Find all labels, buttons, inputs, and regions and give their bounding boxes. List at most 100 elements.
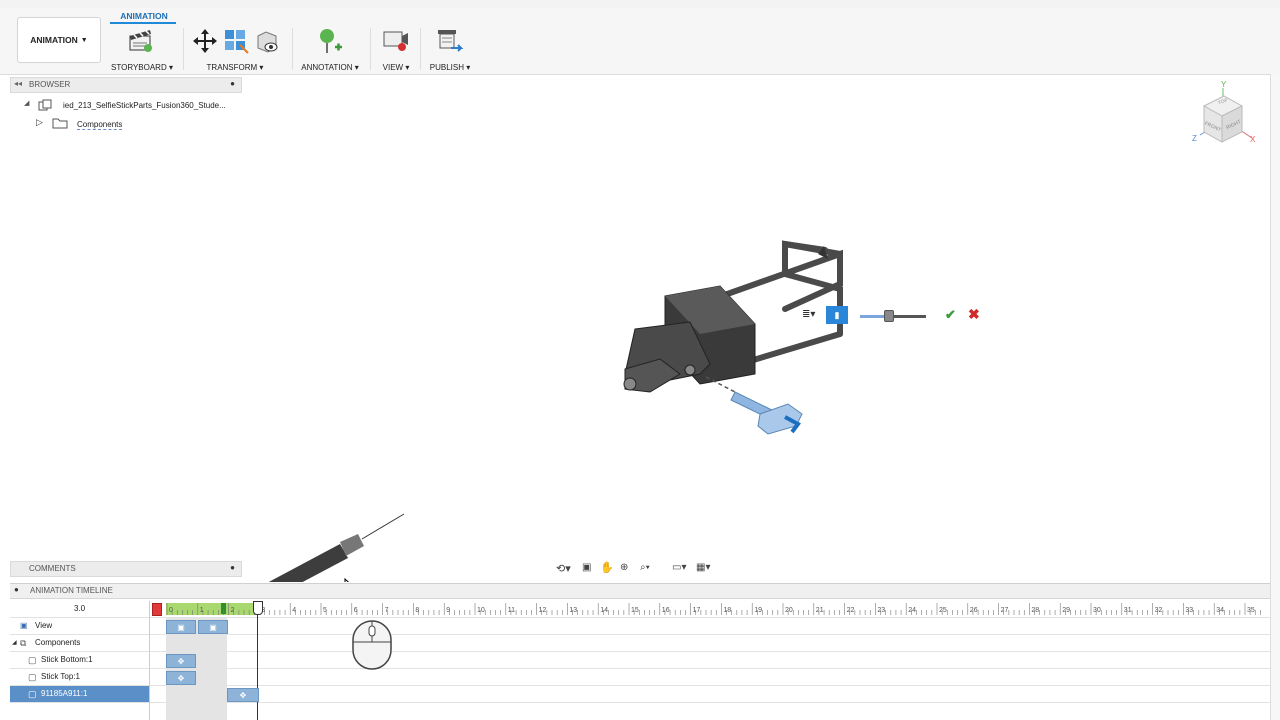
- pin-icon[interactable]: ●: [230, 79, 235, 88]
- move-keyframe[interactable]: ✥: [166, 671, 196, 685]
- opacity-slider-popup[interactable]: ≣▾ ▮ ✔ ✖: [798, 306, 988, 326]
- publish-label: PUBLISH ▾: [429, 63, 471, 72]
- selected-screw: [730, 391, 803, 435]
- storyboard-group[interactable]: STORYBOARD ▾: [108, 26, 176, 74]
- row-divider: [150, 634, 1270, 635]
- annotation-group[interactable]: ANNOTATION ▾: [299, 26, 361, 74]
- ruler-tick-label: 33: [1185, 607, 1193, 614]
- zoom-icon[interactable]: ⊕: [620, 562, 628, 573]
- clamp-body: [623, 285, 756, 393]
- browser-panel-header[interactable]: ◂◂ BROWSER ●: [10, 77, 242, 93]
- view-group[interactable]: VIEW ▾: [376, 26, 416, 74]
- browser-root-node[interactable]: ◢ ied_213_SelfieStickParts_Fusion360_Stu…: [24, 99, 240, 113]
- orbit-icon[interactable]: ⟲▾: [556, 562, 571, 575]
- move-keyframe[interactable]: ✥: [166, 654, 196, 668]
- ruler-tick-label: 35: [1247, 607, 1255, 614]
- ruler-tick-label: 13: [569, 607, 577, 614]
- workspace-label: ANIMATION: [30, 35, 78, 45]
- navigation-bar: ⟲▾ ▣ ✋ ⊕ ⌕▾ ▭▾ ▦▾: [554, 561, 722, 577]
- timeline-row-label: Stick Bottom:1: [41, 655, 93, 664]
- row-divider: [150, 685, 1270, 686]
- transform-group[interactable]: TRANSFORM ▾: [190, 26, 280, 74]
- view-keyframe[interactable]: ▣: [166, 620, 196, 634]
- check-icon[interactable]: ✔: [945, 307, 956, 323]
- display-settings-icon[interactable]: ▭▾: [672, 562, 686, 573]
- publish-group[interactable]: PUBLISH ▾: [426, 26, 474, 74]
- workspace-switcher-button[interactable]: ANIMATION ▼: [17, 17, 101, 63]
- timeline-row-label: View: [35, 621, 53, 630]
- component-icon: ▢: [28, 689, 37, 699]
- view-keyframe[interactable]: ▣: [198, 620, 228, 634]
- pan-hand-icon[interactable]: ✋: [600, 561, 614, 574]
- collapse-panel-icon[interactable]: ◂◂: [14, 79, 22, 88]
- collapse-triangle-icon[interactable]: ◢: [12, 635, 17, 651]
- ruler-tick-label: 21: [816, 607, 824, 614]
- storyboard-clapper-icon: [129, 30, 152, 52]
- ruler-tick-label: 0: [169, 607, 173, 614]
- ruler-tick-label: 11: [508, 607, 515, 614]
- timeline-header[interactable]: ● ANIMATION TIMELINE: [10, 583, 1270, 599]
- storyboard-label: STORYBOARD ▾: [111, 63, 173, 72]
- ruler-tick-label: 1: [200, 607, 204, 614]
- camera-icon: ▣: [20, 621, 28, 630]
- ruler-tick-label: 19: [754, 607, 762, 614]
- collapse-timeline-icon[interactable]: ●: [14, 585, 19, 594]
- ruler-tick-label: 22: [847, 607, 855, 614]
- row-divider: [150, 651, 1270, 652]
- timeline-row-view[interactable]: ▣ View: [10, 618, 149, 635]
- row-divider: [150, 617, 1270, 618]
- timeline-ruler[interactable]: 0 1 2 3 4 5 6 7 8 9 10 11 12 13 14 15 16 17 18 19 20 21 22 23 24…: [150, 601, 1270, 617]
- browser-components-node[interactable]: ▷ Components: [36, 117, 236, 131]
- component-icon: ▢: [28, 655, 37, 665]
- viewcube[interactable]: TOP FRONT RIGHT Y Z X: [1190, 80, 1260, 155]
- grid-settings-icon[interactable]: ▦▾: [696, 562, 710, 573]
- component-icon: ▢: [28, 672, 37, 682]
- row-divider: [150, 668, 1270, 669]
- timeline-row-stick-bottom[interactable]: ▢ Stick Bottom:1: [10, 652, 149, 669]
- divider: [292, 28, 293, 70]
- ruler-tick-label: 14: [600, 607, 608, 614]
- axis-x-label: X: [1250, 135, 1256, 144]
- right-panel-edge: [1270, 74, 1280, 720]
- timeline-title: ANIMATION TIMELINE: [30, 586, 113, 595]
- fit-zoom-icon[interactable]: ⌕▾: [640, 562, 650, 573]
- components-label: Components: [77, 120, 123, 130]
- timeline-row-components[interactable]: ◢ ⧉ Components: [10, 635, 149, 652]
- slider-thumb[interactable]: [884, 310, 894, 322]
- 3d-viewport[interactable]: [240, 74, 1270, 582]
- playhead-handle[interactable]: [253, 601, 263, 615]
- view-label: VIEW ▾: [382, 63, 410, 72]
- ruler-tick-label: 20: [785, 607, 793, 614]
- selfie-stick-shaft: [268, 513, 405, 582]
- divider: [420, 28, 421, 70]
- add-comment-icon[interactable]: ●: [230, 563, 235, 572]
- ruler-tick-label: 8: [415, 607, 419, 614]
- folder-icon: [52, 118, 68, 129]
- axis-y-label: Y: [1221, 80, 1227, 89]
- component-opacity-icon[interactable]: ▮: [826, 306, 848, 324]
- ruler-ticks: 0 1 2 3 4 5 6 7 8 9 10 11 12 13 14 15 16 17 18 19 20 21 22 23 24…: [166, 603, 1261, 615]
- ruler-tick-label: 24: [908, 607, 916, 614]
- timeline-row-stick-top[interactable]: ▢ Stick Top:1: [10, 669, 149, 686]
- move-keyframe[interactable]: ✥: [227, 688, 259, 702]
- expand-triangle-icon[interactable]: ▷: [36, 117, 43, 128]
- expand-triangle-icon[interactable]: ◢: [24, 99, 29, 107]
- ruler-tick-label: 31: [1124, 607, 1132, 614]
- mouse-cursor-icon: [344, 577, 350, 582]
- menu-list-icon[interactable]: ≣▾: [802, 309, 815, 320]
- look-at-icon[interactable]: ▣: [582, 562, 591, 573]
- ruler-tick-label: 4: [292, 607, 296, 614]
- ruler-tick-label: 12: [539, 607, 547, 614]
- mouse-overlay-icon: [352, 620, 392, 670]
- close-icon[interactable]: ✖: [968, 306, 980, 323]
- tab-animation[interactable]: ANIMATION: [112, 11, 176, 21]
- current-time-cell[interactable]: 3.0: [10, 601, 149, 618]
- callout-pin-icon: [320, 29, 342, 53]
- ruler-tick-label: 25: [939, 607, 947, 614]
- timeline-row-91185a911[interactable]: ▢ 91185A911:1: [10, 686, 149, 703]
- timeline-row-label: 91185A911:1: [41, 689, 88, 698]
- browser-title: BROWSER: [29, 80, 71, 89]
- show-hide-icon: [257, 31, 278, 53]
- ruler-tick-label: 27: [1001, 607, 1009, 614]
- comments-panel-header[interactable]: COMMENTS ●: [10, 561, 242, 577]
